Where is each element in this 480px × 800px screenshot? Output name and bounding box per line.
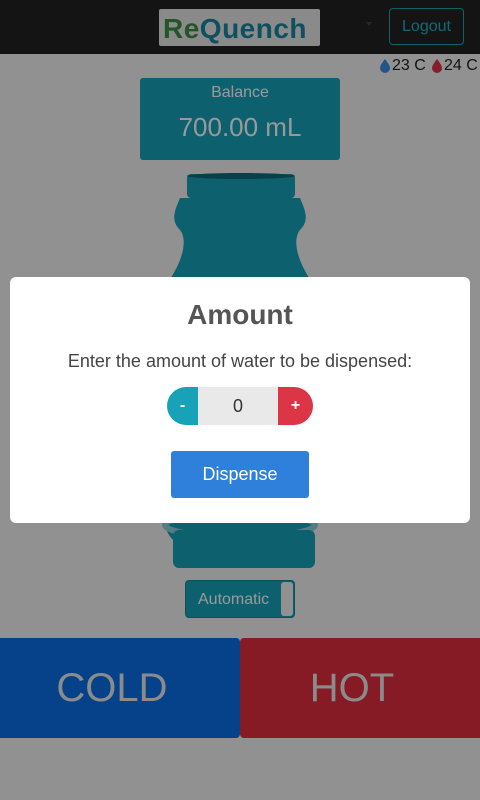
modal-title: Amount	[187, 299, 293, 330]
dispense-button[interactable]: Dispense	[171, 451, 309, 498]
increment-button[interactable]: +	[278, 387, 313, 425]
amount-stepper: - +	[167, 387, 313, 425]
modal-instructions: Enter the amount of water to be dispense…	[67, 351, 413, 371]
amount-input[interactable]	[198, 387, 278, 425]
decrement-button[interactable]: -	[167, 387, 198, 425]
amount-modal: Amount Enter the amount of water to be d…	[10, 277, 470, 523]
